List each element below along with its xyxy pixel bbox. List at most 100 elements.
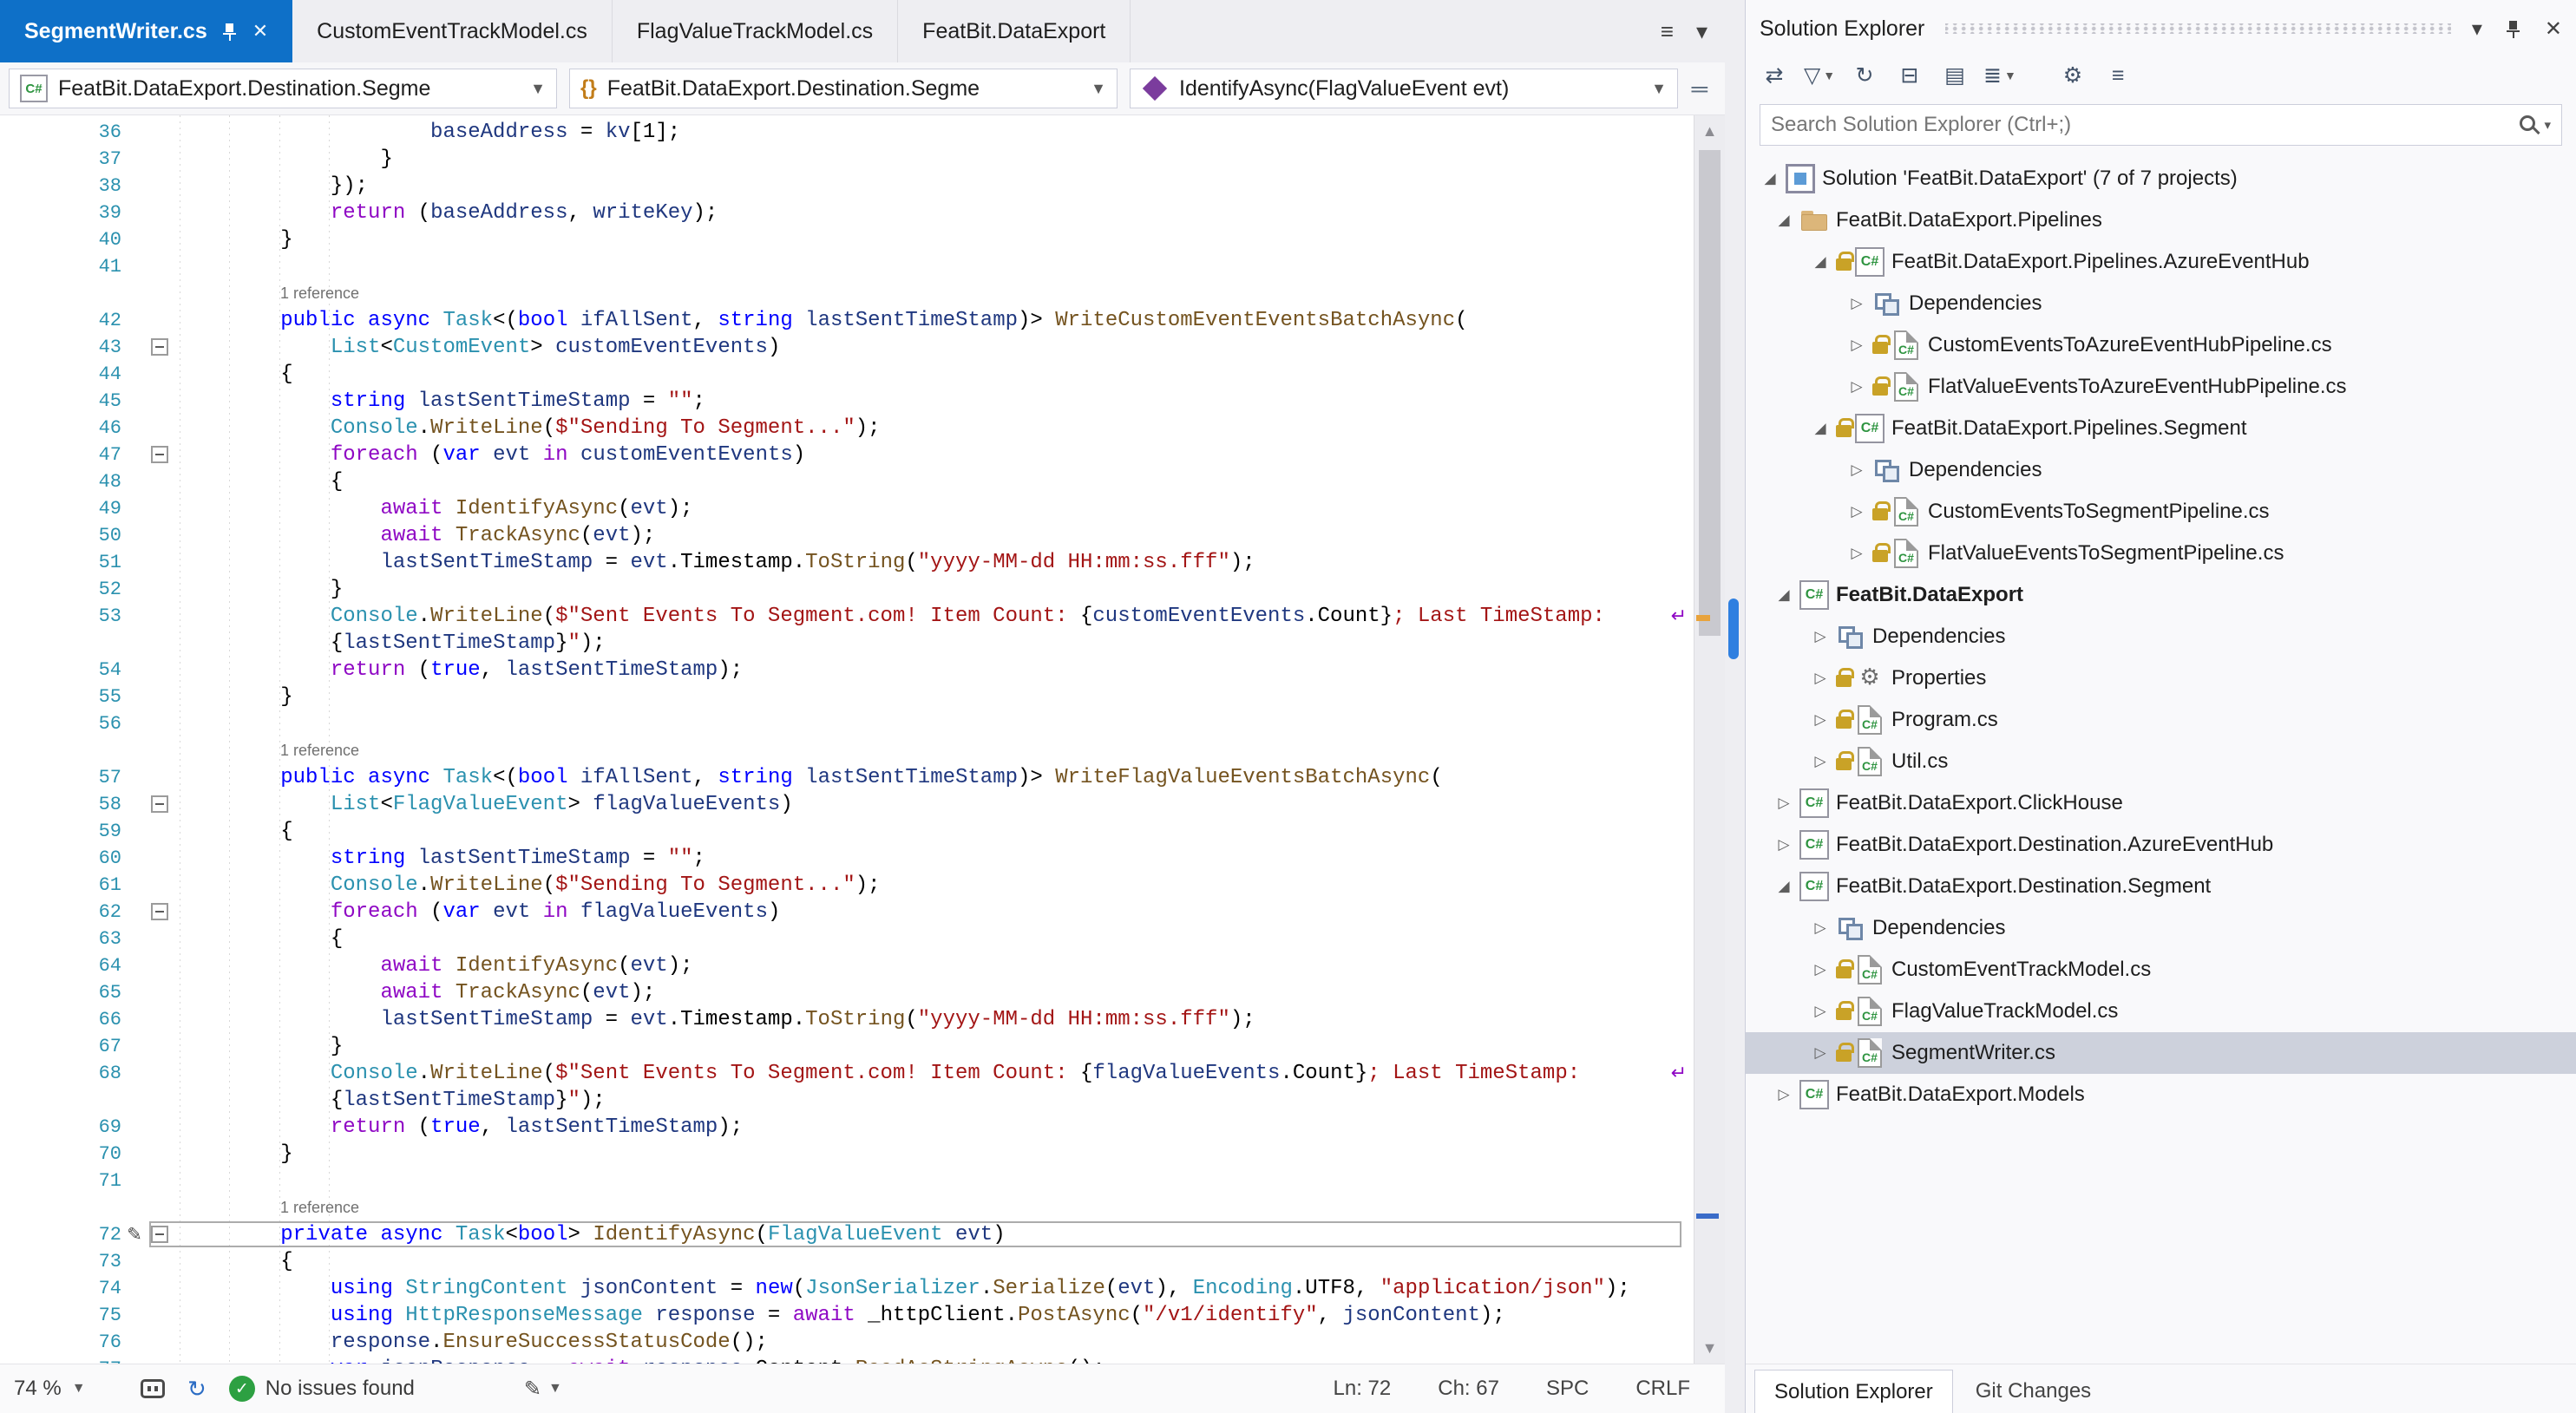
scroll-down-icon[interactable]: ▼ bbox=[1694, 1332, 1725, 1364]
panel-tab-solution-explorer[interactable]: Solution Explorer bbox=[1754, 1370, 1953, 1413]
collapsed-arrow-icon[interactable]: ▷ bbox=[1805, 1044, 1836, 1062]
tree-item-flatvalueeventstoazureeventhubpipeline-cs[interactable]: ▷FlatValueEventsToAzureEventHubPipeline.… bbox=[1746, 366, 2576, 408]
tree-item-flatvalueeventstosegmentpipeline-cs[interactable]: ▷FlatValueEventsToSegmentPipeline.cs bbox=[1746, 533, 2576, 574]
tree-item-featbit-dataexport-models[interactable]: ▷FeatBit.DataExport.Models bbox=[1746, 1074, 2576, 1115]
code-line[interactable]: 39 return (baseAddress, writeKey); bbox=[0, 200, 1694, 226]
code-text[interactable]: Console.WriteLine($"Sent Events To Segme… bbox=[174, 1060, 1694, 1087]
member-dropdown[interactable]: IdentifyAsync(FlagValueEvent evt)▼ bbox=[1130, 69, 1678, 108]
collapsed-arrow-icon[interactable]: ▷ bbox=[1805, 711, 1836, 729]
code-text[interactable]: await TrackAsync(evt); bbox=[174, 522, 1694, 549]
collapse-all-icon[interactable]: ⊟ bbox=[1890, 56, 1930, 95]
code-line[interactable]: 41 bbox=[0, 253, 1694, 280]
code-text[interactable]: { bbox=[174, 818, 1694, 845]
code-text[interactable]: Console.WriteLine($"Sending To Segment..… bbox=[174, 872, 1694, 899]
expanded-arrow-icon[interactable]: ◢ bbox=[1754, 170, 1786, 187]
code-text[interactable]: lastSentTimeStamp = evt.Timestamp.ToStri… bbox=[174, 549, 1694, 576]
tree-item-featbit-dataexport[interactable]: ◢FeatBit.DataExport bbox=[1746, 574, 2576, 616]
code-line[interactable]: 68 Console.WriteLine($"Sent Events To Se… bbox=[0, 1060, 1694, 1087]
tree-item-customeventstosegmentpipeline-cs[interactable]: ▷CustomEventsToSegmentPipeline.cs bbox=[1746, 491, 2576, 533]
collapsed-arrow-icon[interactable]: ▷ bbox=[1768, 1086, 1799, 1103]
code-text[interactable]: string lastSentTimeStamp = ""; bbox=[174, 845, 1694, 872]
code-line[interactable]: 48 { bbox=[0, 468, 1694, 495]
tab-customeventtrackmodel-cs[interactable]: CustomEventTrackModel.cs bbox=[292, 0, 613, 62]
file-nesting-icon[interactable]: ≣▼ bbox=[1980, 56, 2020, 95]
code-text[interactable]: response.EnsureSuccessStatusCode(); bbox=[174, 1329, 1694, 1356]
code-text[interactable]: } bbox=[174, 146, 1694, 173]
vertical-scrollbar[interactable]: ▲ ▼ bbox=[1694, 115, 1725, 1364]
window-position-icon[interactable]: ▾ bbox=[2472, 16, 2482, 42]
code-line[interactable]: 63 { bbox=[0, 926, 1694, 952]
code-text[interactable] bbox=[174, 1168, 1694, 1194]
scrollbar-thumb[interactable] bbox=[1699, 150, 1721, 636]
document-health-indicator[interactable]: ✓ No issues found bbox=[229, 1376, 415, 1402]
collapsed-arrow-icon[interactable]: ▷ bbox=[1805, 1003, 1836, 1020]
codelens-text[interactable]: 1 reference bbox=[174, 280, 1694, 307]
scroll-up-icon[interactable]: ▲ bbox=[1694, 115, 1725, 147]
code-line[interactable]: 61 Console.WriteLine($"Sending To Segmen… bbox=[0, 872, 1694, 899]
collapse-region-icon[interactable] bbox=[151, 795, 168, 813]
tree-item-featbit-dataexport-pipelines-segment[interactable]: ◢FeatBit.DataExport.Pipelines.Segment bbox=[1746, 408, 2576, 449]
code-text[interactable]: } bbox=[174, 1033, 1694, 1060]
collapsed-arrow-icon[interactable]: ▷ bbox=[1805, 961, 1836, 978]
code-text[interactable]: foreach (var evt in flagValueEvents) bbox=[174, 899, 1694, 926]
code-text[interactable]: using HttpResponseMessage response = awa… bbox=[174, 1302, 1694, 1329]
tree-item-featbit-dataexport-destination-segment[interactable]: ◢FeatBit.DataExport.Destination.Segment bbox=[1746, 866, 2576, 907]
code-text[interactable]: } bbox=[174, 1141, 1694, 1168]
collapse-region-icon[interactable] bbox=[151, 1226, 168, 1243]
collapsed-arrow-icon[interactable]: ▷ bbox=[1841, 503, 1872, 520]
code-line[interactable]: 64 await IdentifyAsync(evt); bbox=[0, 952, 1694, 979]
tab-overflow-icon[interactable]: ▾ bbox=[1696, 18, 1708, 45]
code-cleanup-button[interactable]: ✎ ▼ bbox=[524, 1377, 562, 1402]
code-text[interactable]: await IdentifyAsync(evt); bbox=[174, 495, 1694, 522]
expanded-arrow-icon[interactable]: ◢ bbox=[1768, 586, 1799, 604]
expanded-arrow-icon[interactable]: ◢ bbox=[1768, 212, 1799, 229]
code-text[interactable]: lastSentTimeStamp = evt.Timestamp.ToStri… bbox=[174, 1006, 1694, 1033]
code-text[interactable]: private async Task<bool> IdentifyAsync(F… bbox=[174, 1221, 1694, 1248]
tree-item-segmentwriter-cs[interactable]: ▷SegmentWriter.cs bbox=[1746, 1032, 2576, 1074]
collapsed-arrow-icon[interactable]: ▷ bbox=[1841, 545, 1872, 562]
column-indicator[interactable]: Ch: 67 bbox=[1438, 1377, 1499, 1401]
code-line[interactable]: 72✎ private async Task<bool> IdentifyAsy… bbox=[0, 1221, 1694, 1248]
code-text[interactable]: { bbox=[174, 468, 1694, 495]
code-line[interactable]: 65 await TrackAsync(evt); bbox=[0, 979, 1694, 1006]
expanded-arrow-icon[interactable]: ◢ bbox=[1805, 253, 1836, 271]
code-text[interactable]: }); bbox=[174, 173, 1694, 200]
code-line[interactable]: 40 } bbox=[0, 226, 1694, 253]
code-line[interactable]: 69 return (true, lastSentTimeStamp); bbox=[0, 1114, 1694, 1141]
class-dropdown[interactable]: {}FeatBit.DataExport.Destination.Segme▼ bbox=[569, 69, 1118, 108]
code-line[interactable]: 51 lastSentTimeStamp = evt.Timestamp.ToS… bbox=[0, 549, 1694, 576]
collapse-region-icon[interactable] bbox=[151, 446, 168, 463]
code-text[interactable]: {lastSentTimeStamp}"); bbox=[174, 1087, 1694, 1114]
code-line[interactable]: 52 } bbox=[0, 576, 1694, 603]
tree-item-util-cs[interactable]: ▷Util.cs bbox=[1746, 741, 2576, 782]
code-text[interactable]: List<CustomEvent> customEventEvents) bbox=[174, 334, 1694, 361]
code-line[interactable]: 38 }); bbox=[0, 173, 1694, 200]
code-line[interactable]: 49 await IdentifyAsync(evt); bbox=[0, 495, 1694, 522]
code-line[interactable]: 71 bbox=[0, 1168, 1694, 1194]
search-icon[interactable] bbox=[2520, 115, 2535, 131]
code-line[interactable]: 59 { bbox=[0, 818, 1694, 845]
code-text[interactable]: await TrackAsync(evt); bbox=[174, 979, 1694, 1006]
code-text[interactable]: foreach (var evt in customEventEvents) bbox=[174, 442, 1694, 468]
chevron-down-icon[interactable]: ▾ bbox=[2544, 117, 2551, 133]
tree-item-featbit-dataexport-destination-azureeventhub[interactable]: ▷FeatBit.DataExport.Destination.AzureEve… bbox=[1746, 824, 2576, 866]
tree-item-dependencies[interactable]: ▷Dependencies bbox=[1746, 907, 2576, 949]
collapsed-arrow-icon[interactable]: ▷ bbox=[1768, 836, 1799, 854]
code-line[interactable]: 42 public async Task<(bool ifAllSent, st… bbox=[0, 307, 1694, 334]
filter-dropdown-icon[interactable]: ▽▼ bbox=[1799, 56, 1839, 95]
code-text[interactable]: List<FlagValueEvent> flagValueEvents) bbox=[174, 791, 1694, 818]
panel-tab-git-changes[interactable]: Git Changes bbox=[1957, 1370, 2110, 1413]
split-editor-icon[interactable]: ═ bbox=[1692, 75, 1716, 102]
collapse-region-icon[interactable] bbox=[151, 903, 168, 920]
tree-item-solution-featbit-dataexport-7-of-7-projects-[interactable]: ◢Solution 'FeatBit.DataExport' (7 of 7 p… bbox=[1746, 158, 2576, 200]
collapsed-arrow-icon[interactable]: ▷ bbox=[1841, 295, 1872, 312]
tree-item-dependencies[interactable]: ▷Dependencies bbox=[1746, 283, 2576, 324]
code-line[interactable]: 36 baseAddress = kv[1]; bbox=[0, 119, 1694, 146]
drag-grip[interactable] bbox=[1945, 23, 2450, 34]
tree-item-featbit-dataexport-pipelines-azureeventhub[interactable]: ◢FeatBit.DataExport.Pipelines.AzureEvent… bbox=[1746, 241, 2576, 283]
collapsed-arrow-icon[interactable]: ▷ bbox=[1768, 795, 1799, 812]
pin-icon[interactable] bbox=[2505, 19, 2522, 38]
code-text[interactable]: } bbox=[174, 226, 1694, 253]
code-line[interactable]: 73 { bbox=[0, 1248, 1694, 1275]
code-text[interactable]: using StringContent jsonContent = new(Js… bbox=[174, 1275, 1694, 1302]
